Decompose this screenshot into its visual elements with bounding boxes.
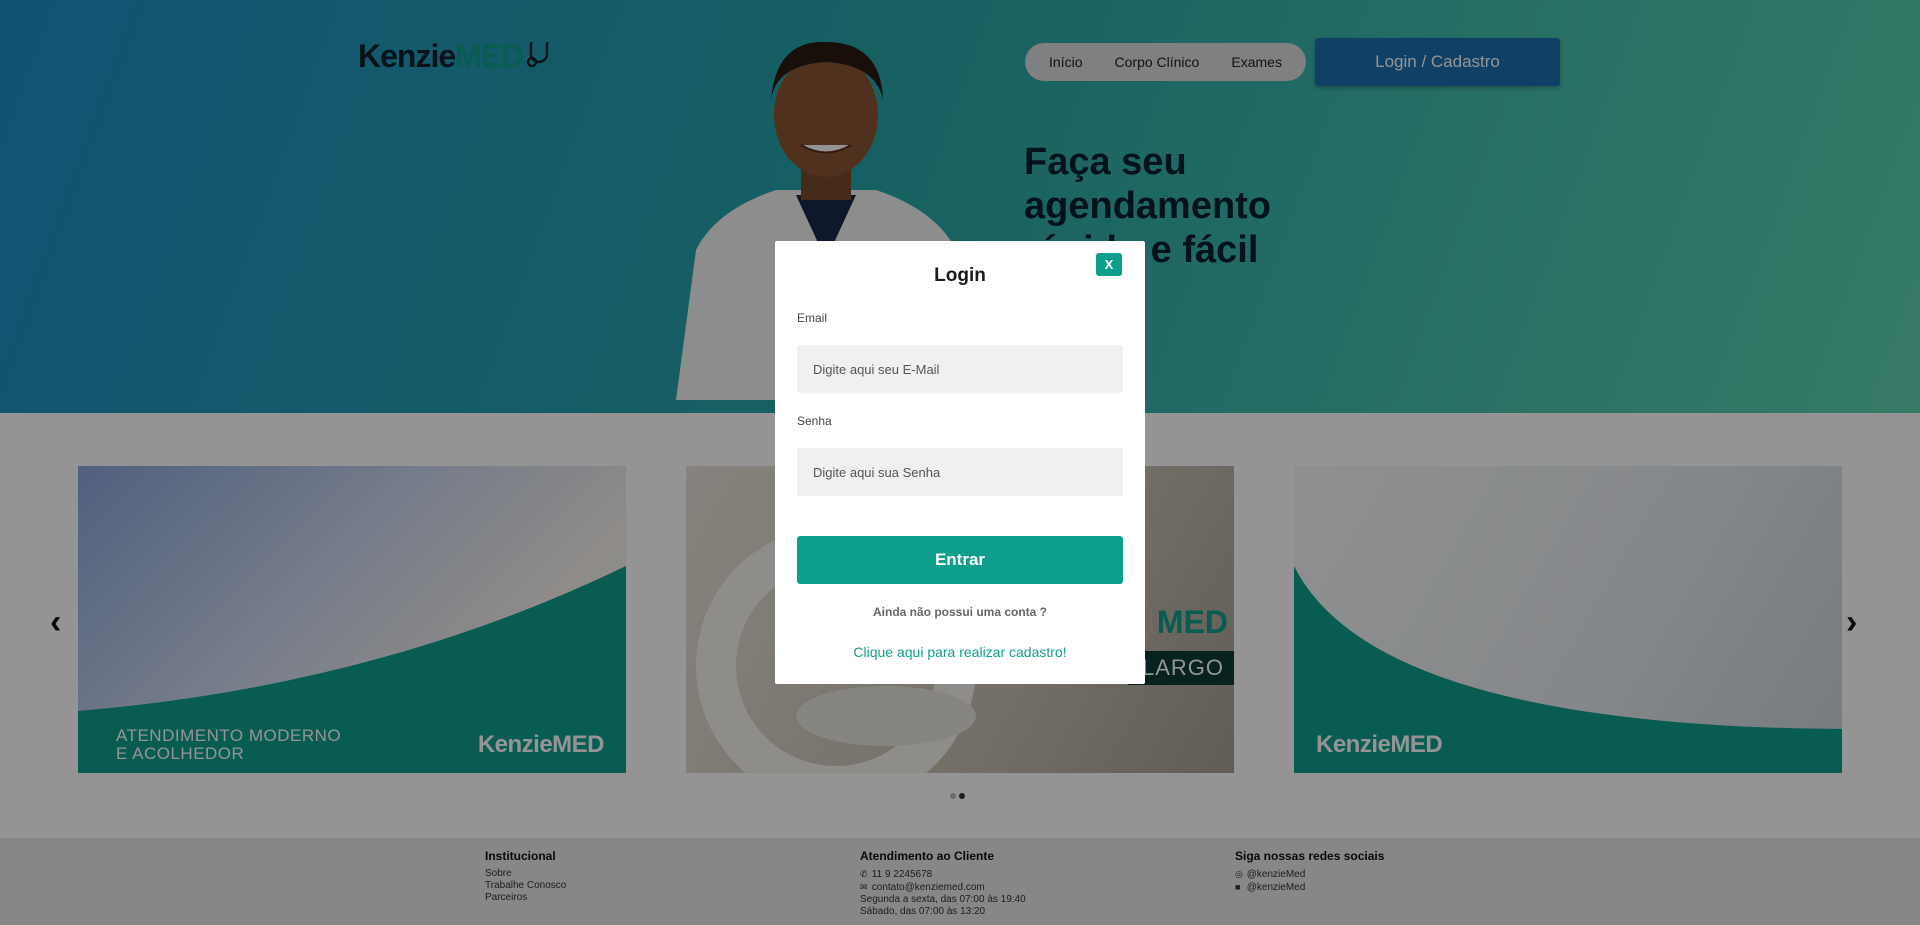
- login-modal: Login X Email Senha Entrar Ainda não pos…: [775, 241, 1145, 684]
- password-label: Senha: [797, 414, 832, 428]
- email-label: Email: [797, 311, 828, 325]
- login-submit-button[interactable]: Entrar: [797, 536, 1123, 584]
- modal-title: Login: [934, 265, 986, 286]
- no-account-text: Ainda não possui uma conta ?: [872, 605, 1048, 619]
- email-field[interactable]: [797, 345, 1123, 393]
- password-field[interactable]: [797, 448, 1123, 496]
- register-link[interactable]: Clique aqui para realizar cadastro!: [775, 644, 1145, 660]
- close-button[interactable]: X: [1096, 253, 1122, 276]
